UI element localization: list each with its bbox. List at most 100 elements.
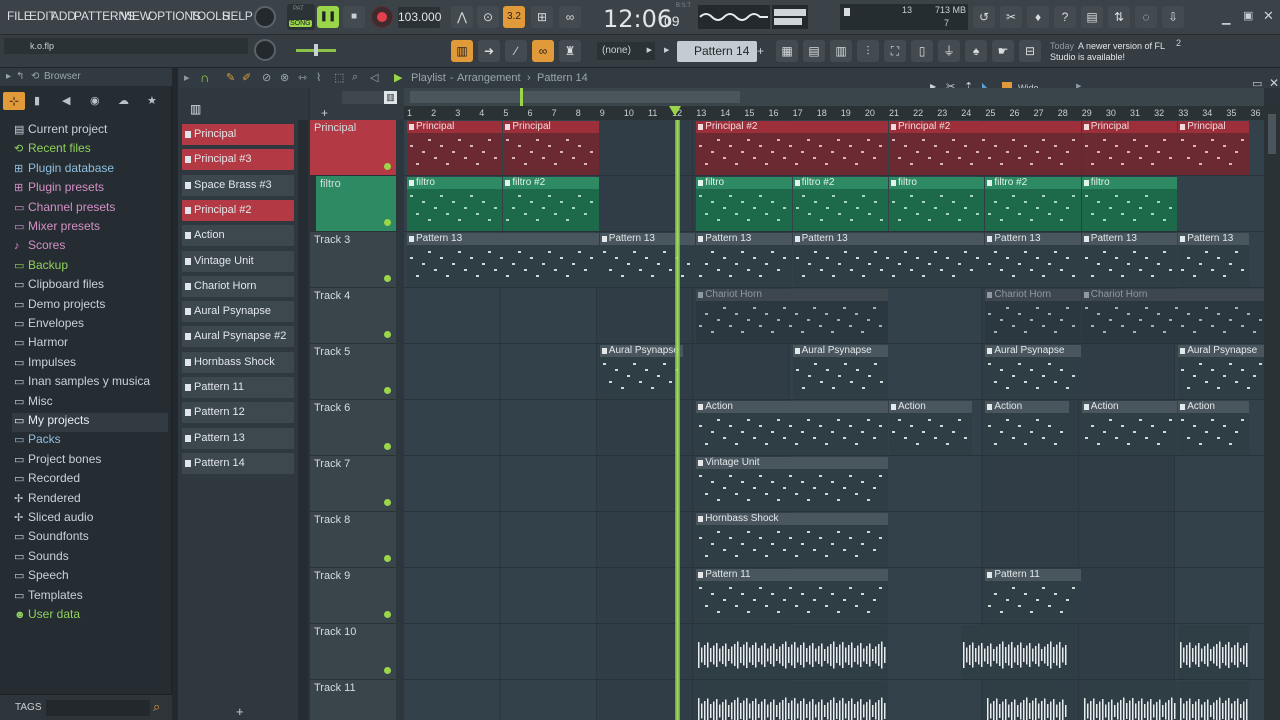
playlist-icon[interactable]: ▦	[776, 40, 798, 62]
browser-item[interactable]: ⊞ Plugin database	[14, 161, 170, 180]
browser-item[interactable]: ▭ Misc	[14, 394, 170, 413]
master-pitch-knob[interactable]	[254, 39, 276, 61]
wait-input-icon[interactable]: ⊙	[477, 6, 499, 28]
channel-item[interactable]: Pattern 13	[182, 427, 294, 449]
chat-icon[interactable]: ◌	[1135, 6, 1157, 28]
minimize-icon[interactable]: ▁	[1222, 12, 1230, 25]
browser-item[interactable]: ♪ Scores	[14, 238, 170, 257]
step-edit-icon[interactable]: 3.2	[503, 6, 525, 28]
browser-item[interactable]: ▭ Mixer presets	[14, 219, 170, 238]
pencil-icon[interactable]: ✎	[226, 71, 235, 84]
speaker-icon[interactable]: ◁	[370, 71, 378, 84]
track-header[interactable]: Track 4	[310, 288, 396, 344]
cut-icon[interactable]: ✂	[1000, 6, 1022, 28]
plugin-picker-icon[interactable]: ⛶	[884, 40, 906, 62]
track-enable-toggle[interactable]	[384, 555, 391, 562]
menu-view[interactable]: VIEW	[121, 9, 151, 23]
browser-item[interactable]: ✢ Sliced audio	[14, 510, 170, 529]
menu-arrow-icon[interactable]: ▸	[6, 71, 11, 82]
undo-icon[interactable]: ↺	[973, 6, 995, 28]
prev-pattern-icon[interactable]: ▶	[664, 42, 674, 60]
mixer-icon[interactable]: ⇅	[1108, 6, 1130, 28]
menu-add[interactable]: ADD	[51, 9, 76, 23]
tags-search-input[interactable]	[46, 700, 150, 716]
loop-record-icon[interactable]: ∞	[559, 6, 581, 28]
piano-toggle-icon[interactable]: ▥	[384, 91, 397, 104]
channel-item[interactable]: Aural Psynapse #2	[182, 326, 294, 348]
pattern-clip[interactable]: Aural Psynapse	[792, 345, 888, 399]
pattern-clip[interactable]: Chariot Horn	[696, 289, 888, 343]
delete-icon[interactable]: ⊘	[262, 71, 271, 84]
tempo-display[interactable]: 103.000	[398, 7, 441, 28]
pattern-clip[interactable]: Pattern 13	[792, 233, 985, 287]
back-icon[interactable]: ↰	[16, 71, 24, 82]
pattern-clip[interactable]: Action	[1178, 401, 1250, 455]
add-track-icon[interactable]: +	[321, 106, 328, 120]
piano-roll-icon[interactable]: ▤	[803, 40, 825, 62]
pattern-clip[interactable]	[1178, 625, 1250, 679]
touch-icon[interactable]: ☛	[992, 40, 1014, 62]
pattern-clip[interactable]: filtro	[1081, 177, 1178, 231]
channel-item[interactable]: Hornbass Shock	[182, 351, 294, 373]
pattern-clip[interactable]: filtro #2	[503, 177, 599, 231]
track-header[interactable]: Track 10	[310, 624, 396, 680]
browser-item[interactable]: ▭ Soundfonts	[14, 529, 170, 548]
mixer-window-icon[interactable]: ⫶	[857, 40, 879, 62]
channel-item[interactable]: Pattern 11	[182, 377, 294, 398]
track-header[interactable]: Track 11	[310, 680, 396, 720]
pattern-clip[interactable]: Principal	[407, 121, 503, 175]
all-files-icon[interactable]: ⊹	[3, 92, 25, 110]
pattern-clip[interactable]: Chariot Horn	[1081, 289, 1264, 343]
mute-icon[interactable]: ⊗	[280, 71, 289, 84]
channel-item[interactable]: Principal #3	[182, 149, 294, 171]
track-enable-toggle[interactable]	[384, 219, 391, 226]
slice-icon[interactable]: ⌇	[316, 71, 321, 84]
pattern-clip[interactable]: Pattern 11	[696, 569, 888, 623]
record-button[interactable]	[371, 6, 393, 28]
browser-item[interactable]: ▭ Sounds	[14, 549, 170, 568]
pattern-clip[interactable]: Principal #2	[889, 121, 1081, 175]
pat-song-switch[interactable]: PAT SONG	[287, 4, 315, 30]
pattern-selector[interactable]: Pattern 14	[677, 41, 757, 62]
pattern-clip[interactable]	[985, 681, 1069, 720]
pattern-clip[interactable]: filtro	[696, 177, 792, 231]
track-enable-toggle[interactable]	[384, 667, 391, 674]
pattern-clip[interactable]: Hornbass Shock	[696, 513, 888, 567]
select-icon[interactable]: ⬚	[334, 71, 344, 84]
pattern-clip[interactable]: Pattern 13	[407, 233, 599, 287]
pattern-clip[interactable]: Action	[696, 401, 888, 455]
channel-item[interactable]: Pattern 12	[182, 402, 294, 424]
channel-item[interactable]: Pattern 14	[182, 452, 294, 474]
pattern-clip[interactable]: filtro	[407, 177, 503, 231]
browser-item[interactable]: ▭ Demo projects	[14, 297, 170, 316]
pattern-clip[interactable]	[961, 625, 1069, 679]
menu-help[interactable]: HELP	[222, 9, 253, 23]
vertical-scroll-thumb[interactable]	[1268, 114, 1276, 154]
playhead-marker-icon[interactable]	[668, 106, 681, 116]
close-icon[interactable]: ✕	[1263, 8, 1274, 24]
zoom-icon[interactable]: ⌕	[352, 71, 358, 84]
close-icon[interactable]: ✕	[1269, 76, 1279, 90]
browser-item[interactable]: ▭ Backup	[14, 258, 170, 277]
pattern-clip[interactable]: Vintage Unit	[696, 457, 888, 511]
pattern-clip[interactable]: Principal	[1081, 121, 1178, 175]
pattern-clip[interactable]: Principal #2	[696, 121, 888, 175]
snap-select[interactable]: (none) ▶	[597, 42, 655, 60]
pattern-clip[interactable]	[1178, 681, 1250, 720]
add-pattern-icon[interactable]: +	[757, 41, 767, 62]
pattern-clip[interactable]: Pattern 13	[1178, 233, 1250, 287]
cart-icon[interactable]: ⊟	[1019, 40, 1041, 62]
channel-item[interactable]: Action	[182, 225, 294, 247]
track-header[interactable]: Track 5	[310, 344, 396, 400]
pattern-clip[interactable]	[696, 681, 888, 720]
song-time-display[interactable]: 12:06 09 B:S:T	[598, 3, 691, 33]
track-enable-toggle[interactable]	[384, 499, 391, 506]
pattern-clip[interactable]: Principal	[1178, 121, 1250, 175]
pattern-clip[interactable]: Aural Psynapse	[1178, 345, 1264, 399]
pause-icon[interactable]: ❚❚	[317, 6, 339, 28]
scroll-thumb[interactable]	[410, 91, 740, 103]
channel-item[interactable]: Principal	[182, 124, 294, 145]
project-files-icon[interactable]: ▮	[34, 94, 40, 107]
pattern-clip[interactable]: Principal	[503, 121, 599, 175]
playlist-grid[interactable]: Principal Principal Principal #2 Principal …	[404, 120, 1264, 720]
